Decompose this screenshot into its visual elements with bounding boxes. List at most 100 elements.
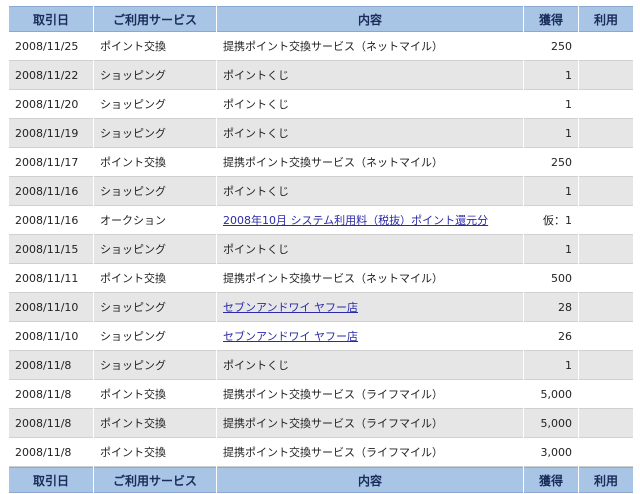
row-earned: 1 — [524, 235, 578, 264]
row-content: 提携ポイント交換サービス（ネットマイル） — [217, 32, 523, 61]
row-used — [579, 293, 633, 322]
table-row: 2008/11/10 ショッピング セブンアンドワイ ヤフー店 26 — [9, 322, 633, 351]
table-header-top: 取引日 ご利用サービス 内容 獲得 利用 — [9, 6, 633, 32]
row-date: 2008/11/17 — [9, 148, 93, 177]
row-date: 2008/11/10 — [9, 322, 93, 351]
table-row: 2008/11/8 ポイント交換 提携ポイント交換サービス（ライフマイル） 5,000 — [9, 409, 633, 438]
table-row: 2008/11/8 ショッピング ポイントくじ 1 — [9, 351, 633, 380]
table-row: 2008/11/16 ショッピング ポイントくじ 1 — [9, 177, 633, 206]
row-content: 提携ポイント交換サービス（ネットマイル） — [217, 264, 523, 293]
row-earned: 3,000 — [524, 438, 578, 467]
row-earned: 5,000 — [524, 380, 578, 409]
row-used — [579, 90, 633, 119]
row-service: ポイント交換 — [94, 438, 216, 467]
footer-header-content: 内容 — [217, 467, 523, 493]
row-date: 2008/11/11 — [9, 264, 93, 293]
row-service: ショッピング — [94, 293, 216, 322]
row-used — [579, 206, 633, 235]
row-service: ショッピング — [94, 90, 216, 119]
row-service: ショッピング — [94, 351, 216, 380]
row-date: 2008/11/19 — [9, 119, 93, 148]
row-used — [579, 409, 633, 438]
row-used — [579, 438, 633, 467]
row-service: ポイント交換 — [94, 148, 216, 177]
row-earned: 250 — [524, 32, 578, 61]
row-date: 2008/11/16 — [9, 177, 93, 206]
row-content: 提携ポイント交換サービス（ライフマイル） — [217, 409, 523, 438]
row-service: ショッピング — [94, 322, 216, 351]
footer-header-used: 利用 — [579, 467, 633, 493]
row-date: 2008/11/15 — [9, 235, 93, 264]
row-used — [579, 351, 633, 380]
row-date: 2008/11/8 — [9, 380, 93, 409]
content-link[interactable]: セブンアンドワイ ヤフー店 — [223, 330, 358, 343]
content-link[interactable]: 2008年10月 システム利用料（税抜）ポイント還元分 — [223, 214, 488, 227]
row-content: ポイントくじ — [217, 177, 523, 206]
table-row: 2008/11/8 ポイント交換 提携ポイント交換サービス（ライフマイル） 5,000 — [9, 380, 633, 409]
row-used — [579, 380, 633, 409]
content-link[interactable]: セブンアンドワイ ヤフー店 — [223, 301, 358, 314]
row-content: 提携ポイント交換サービス（ネットマイル） — [217, 148, 523, 177]
points-history-table: 取引日 ご利用サービス 内容 獲得 利用 2008/11/25 ポイント交換 提携ポ… — [8, 6, 634, 493]
row-service: ショッピング — [94, 177, 216, 206]
row-earned: 1 — [524, 177, 578, 206]
footer-header-date: 取引日 — [9, 467, 93, 493]
table-row: 2008/11/15 ショッピング ポイントくじ 1 — [9, 235, 633, 264]
header-earned: 獲得 — [524, 6, 578, 32]
row-used — [579, 32, 633, 61]
row-used — [579, 322, 633, 351]
row-earned: 28 — [524, 293, 578, 322]
row-date: 2008/11/8 — [9, 409, 93, 438]
row-service: ポイント交換 — [94, 409, 216, 438]
row-content: 2008年10月 システム利用料（税抜）ポイント還元分 — [217, 206, 523, 235]
row-used — [579, 61, 633, 90]
row-earned: 仮：1 — [524, 206, 578, 235]
row-service: オークション — [94, 206, 216, 235]
table-row: 2008/11/19 ショッピング ポイントくじ 1 — [9, 119, 633, 148]
row-service: ポイント交換 — [94, 380, 216, 409]
table-row: 2008/11/16 オークション 2008年10月 システム利用料（税抜）ポイント… — [9, 206, 633, 235]
row-content: ポイントくじ — [217, 119, 523, 148]
row-earned: 500 — [524, 264, 578, 293]
row-earned: 26 — [524, 322, 578, 351]
table-body: 2008/11/25 ポイント交換 提携ポイント交換サービス（ネットマイル） 250 2… — [9, 32, 633, 467]
footer-header-service: ご利用サービス — [94, 467, 216, 493]
row-used — [579, 264, 633, 293]
row-content: セブンアンドワイ ヤフー店 — [217, 293, 523, 322]
row-date: 2008/11/8 — [9, 438, 93, 467]
row-service: ショッピング — [94, 119, 216, 148]
row-content: ポイントくじ — [217, 61, 523, 90]
row-date: 2008/11/10 — [9, 293, 93, 322]
row-content: ポイントくじ — [217, 351, 523, 380]
row-service: ショッピング — [94, 235, 216, 264]
table-row: 2008/11/20 ショッピング ポイントくじ 1 — [9, 90, 633, 119]
table-row: 2008/11/8 ポイント交換 提携ポイント交換サービス（ライフマイル） 3,000 — [9, 438, 633, 467]
footer-header-earned: 獲得 — [524, 467, 578, 493]
table-row: 2008/11/10 ショッピング セブンアンドワイ ヤフー店 28 — [9, 293, 633, 322]
header-date: 取引日 — [9, 6, 93, 32]
table-row: 2008/11/22 ショッピング ポイントくじ 1 — [9, 61, 633, 90]
row-date: 2008/11/8 — [9, 351, 93, 380]
row-used — [579, 148, 633, 177]
row-content: ポイントくじ — [217, 90, 523, 119]
row-earned: 1 — [524, 119, 578, 148]
row-used — [579, 235, 633, 264]
row-date: 2008/11/16 — [9, 206, 93, 235]
table-header-bottom: 取引日 ご利用サービス 内容 獲得 利用 — [9, 467, 633, 493]
row-content: ポイントくじ — [217, 235, 523, 264]
row-date: 2008/11/20 — [9, 90, 93, 119]
row-content: セブンアンドワイ ヤフー店 — [217, 322, 523, 351]
row-earned: 1 — [524, 351, 578, 380]
row-service: ショッピング — [94, 61, 216, 90]
row-earned: 5,000 — [524, 409, 578, 438]
row-service: ポイント交換 — [94, 264, 216, 293]
table-row: 2008/11/17 ポイント交換 提携ポイント交換サービス（ネットマイル） 250 — [9, 148, 633, 177]
header-service: ご利用サービス — [94, 6, 216, 32]
row-content: 提携ポイント交換サービス（ライフマイル） — [217, 438, 523, 467]
header-content: 内容 — [217, 6, 523, 32]
row-date: 2008/11/22 — [9, 61, 93, 90]
row-used — [579, 177, 633, 206]
row-service: ポイント交換 — [94, 32, 216, 61]
row-used — [579, 119, 633, 148]
row-earned: 1 — [524, 61, 578, 90]
